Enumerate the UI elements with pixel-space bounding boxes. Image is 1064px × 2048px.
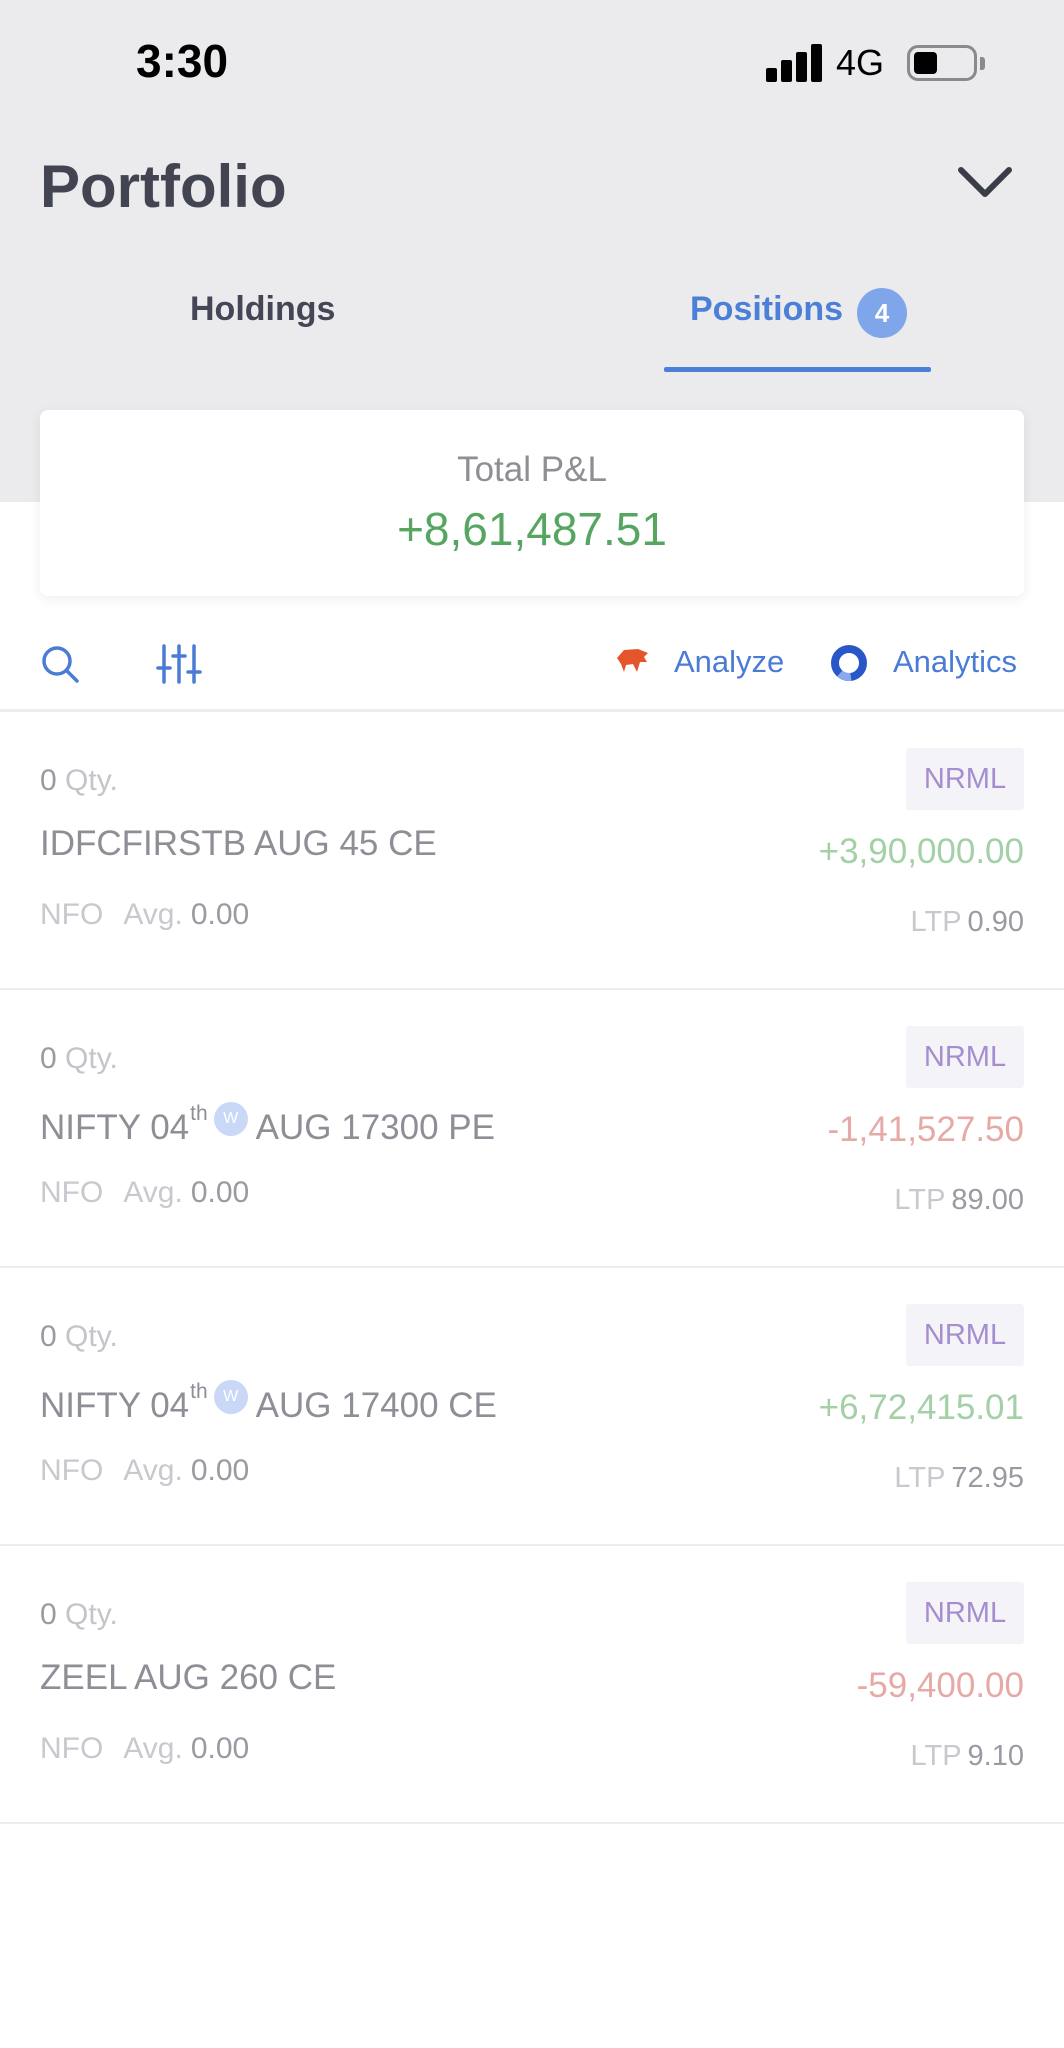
position-row[interactable]: 0 Qty. NIFTY 04th W AUG 17400 CE NFO Avg. 0.… (0, 1268, 1064, 1546)
weekly-expiry-badge: W (213, 1102, 248, 1136)
position-row[interactable]: 0 Qty. ZEEL AUG 260 CE NFO Avg. 0.00 NRML … (0, 1546, 1064, 1824)
total-pnl-label: Total P&L (457, 450, 607, 489)
product-badge: NRML (906, 1304, 1024, 1366)
position-symbol: NIFTY 04th W AUG 17300 PE (40, 1102, 495, 1147)
position-symbol: ZEEL AUG 260 CE (40, 1658, 337, 1697)
position-ltp: LTP 0.90 (910, 906, 1025, 938)
position-symbol: IDFCFIRSTB AUG 45 CE (40, 824, 437, 863)
tab-positions[interactable]: Positions 4 (664, 268, 931, 372)
battery-icon (907, 45, 977, 81)
tab-holdings[interactable]: Holdings (150, 268, 380, 372)
position-qty: 0 Qty. (40, 1042, 118, 1075)
battery-nub (980, 57, 985, 70)
analyze-button[interactable]: Analyze (614, 638, 794, 686)
weekly-expiry-badge: W (213, 1380, 248, 1414)
signal-icon (766, 42, 822, 82)
product-badge: NRML (906, 748, 1024, 810)
position-ltp: LTP 89.00 (894, 1184, 1024, 1216)
analytics-label: Analytics (893, 644, 1018, 679)
product-badge: NRML (906, 1026, 1024, 1088)
position-row[interactable]: 0 Qty. IDFCFIRSTB AUG 45 CE NFO Avg. 0.00 … (0, 712, 1064, 990)
total-pnl-value: +8,61,487.51 (397, 503, 667, 555)
position-ltp: LTP 9.10 (910, 1740, 1025, 1772)
chevron-down-icon[interactable] (955, 162, 1015, 202)
position-qty: 0 Qty. (40, 1598, 118, 1631)
position-pnl: +3,90,000.00 (818, 832, 1024, 871)
position-symbol: NIFTY 04th W AUG 17400 CE (40, 1380, 497, 1425)
position-meta: NFO Avg. 0.00 (40, 1732, 250, 1765)
position-pnl: +6,72,415.01 (818, 1388, 1024, 1427)
tab-label: Holdings (190, 290, 336, 328)
active-tab-indicator (664, 367, 931, 372)
position-ltp: LTP 72.95 (894, 1462, 1024, 1494)
product-badge: NRML (906, 1582, 1024, 1644)
page-title: Portfolio (40, 153, 287, 220)
position-meta: NFO Avg. 0.00 (40, 898, 250, 931)
positions-count-badge: 4 (857, 288, 907, 338)
position-qty: 0 Qty. (40, 1320, 118, 1353)
analytics-button[interactable]: Analytics (830, 638, 1030, 686)
sliders-icon[interactable] (156, 642, 202, 686)
position-pnl: -1,41,527.50 (827, 1110, 1024, 1149)
position-meta: NFO Avg. 0.00 (40, 1454, 250, 1487)
position-meta: NFO Avg. 0.00 (40, 1176, 250, 1209)
position-row[interactable]: 0 Qty. NIFTY 04th W AUG 17300 PE NFO Avg. 0.… (0, 990, 1064, 1268)
status-time: 3:30 (136, 35, 229, 87)
bull-icon (617, 649, 648, 672)
analyze-label: Analyze (674, 644, 785, 679)
position-pnl: -59,400.00 (856, 1666, 1024, 1705)
network-label: 4G (836, 42, 885, 83)
positions-toolbar: Analyze Analytics (0, 620, 1064, 712)
position-qty: 0 Qty. (40, 764, 118, 797)
tab-label: Positions (690, 290, 844, 328)
total-pnl-card: Total P&L +8,61,487.51 (40, 410, 1024, 596)
search-icon[interactable] (38, 642, 82, 686)
analytics-icon (831, 645, 867, 681)
